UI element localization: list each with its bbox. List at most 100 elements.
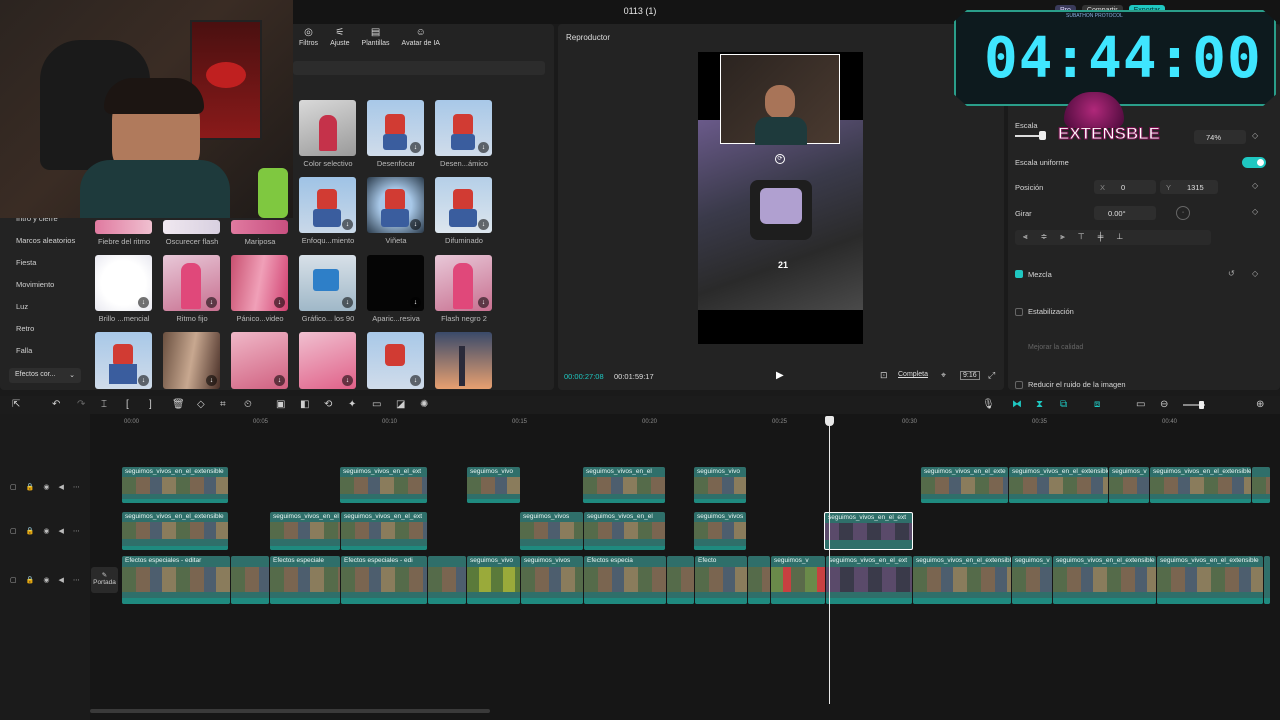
- effect-card[interactable]: ↓ Enfoqu...miento: [299, 177, 363, 245]
- timeline-clip[interactable]: seguimos_vivos_en_el_ext: [341, 512, 427, 550]
- uniform-scale-toggle[interactable]: [1242, 157, 1266, 168]
- crop-icon[interactable]: ⌗: [220, 399, 226, 410]
- freeze-icon[interactable]: ▣: [276, 399, 285, 410]
- timeline-clip[interactable]: seguimos_vivo: [467, 467, 520, 503]
- tab-adjust[interactable]: ⚟ Ajuste: [330, 28, 349, 48]
- volume-icon[interactable]: ◀: [58, 527, 63, 535]
- download-icon[interactable]: ↓: [342, 375, 353, 386]
- category-random-frames[interactable]: Marcos aleatorios: [16, 236, 75, 245]
- preview-axis-icon[interactable]: ⧈: [1094, 399, 1100, 410]
- rotate-icon[interactable]: ⟲: [324, 399, 332, 410]
- more-icon[interactable]: ⋯: [73, 576, 80, 584]
- timeline-clip[interactable]: seguimos_vivos_en_el_extensible: [1150, 467, 1251, 503]
- timeline-clip[interactable]: seguimos_vivo: [694, 467, 746, 503]
- effect-card[interactable]: ↓ Viñeta: [367, 177, 431, 245]
- download-icon[interactable]: ↓: [478, 219, 489, 230]
- download-icon[interactable]: ↓: [206, 375, 217, 386]
- effect-card[interactable]: ↓ Brillo ...mencial: [95, 255, 159, 323]
- main-track-clip[interactable]: seguimos_v: [1012, 556, 1052, 604]
- zoom-in-icon[interactable]: ⊕: [1256, 399, 1264, 410]
- main-track-clip[interactable]: seguimos_vivos: [521, 556, 583, 604]
- category-party[interactable]: Fiesta: [16, 258, 75, 267]
- main-track-clip[interactable]: seguimos_v: [771, 556, 825, 604]
- effect-card[interactable]: ↓ Aparic...resiva: [367, 255, 431, 323]
- position-y-input[interactable]: Y 1315: [1160, 180, 1218, 194]
- effect-card[interactable]: ↓ Flash negro 2: [435, 255, 499, 323]
- more-icon[interactable]: ⋯: [73, 483, 80, 491]
- playhead-handle[interactable]: [825, 416, 834, 426]
- download-icon[interactable]: ↓: [274, 375, 285, 386]
- category-light[interactable]: Luz: [16, 302, 75, 311]
- reduce-noise-label[interactable]: Reducir el ruido de la imagen: [1028, 380, 1126, 389]
- align-top-icon[interactable]: ⊤: [1078, 232, 1085, 243]
- rotate-dial-icon[interactable]: ·: [1176, 206, 1190, 220]
- main-track-clip[interactable]: [428, 556, 466, 604]
- rotate-input[interactable]: 0.00°: [1094, 206, 1156, 220]
- position-x-input[interactable]: X0: [1094, 180, 1156, 194]
- timeline-clip[interactable]: seguimos_vivos_en_el: [270, 512, 340, 550]
- rotate-keyframe-icon[interactable]: ◇: [1252, 207, 1258, 216]
- playhead-line[interactable]: [829, 420, 830, 704]
- download-icon[interactable]: ↓: [410, 297, 421, 308]
- effect-card[interactable]: Oscurecer flash: [163, 220, 227, 246]
- trim-left-icon[interactable]: [: [126, 399, 129, 410]
- main-track-clip[interactable]: Efectos especiales - editar: [122, 556, 230, 604]
- undo-icon[interactable]: ↶: [52, 399, 60, 410]
- eye-icon[interactable]: ◉: [43, 576, 49, 584]
- more-icon[interactable]: ⋯: [73, 527, 80, 535]
- reduce-noise-checkbox[interactable]: [1015, 381, 1023, 389]
- align-bottom-icon[interactable]: ⊥: [1116, 232, 1123, 243]
- timeline-clip[interactable]: seguimos_vivos_en_el_extensible: [122, 512, 228, 550]
- blend-label[interactable]: Mezcla: [1028, 270, 1052, 279]
- volume-icon[interactable]: ◀: [58, 576, 63, 584]
- timeline-clip[interactable]: seguimos_vivos_en_el_extensible: [122, 467, 228, 503]
- download-icon[interactable]: ↓: [478, 297, 489, 308]
- download-icon[interactable]: ↓: [206, 297, 217, 308]
- tab-ai-avatar[interactable]: ☺ Avatar de IA: [402, 28, 440, 48]
- webcam-clip-selected[interactable]: [720, 54, 840, 145]
- select-tool-icon[interactable]: ⇱: [12, 399, 20, 410]
- zoom-out-icon[interactable]: ⊖: [1160, 399, 1168, 410]
- align-left-icon[interactable]: ⫷: [1023, 232, 1028, 243]
- split-icon[interactable]: ⌶: [101, 399, 107, 410]
- main-track-clip[interactable]: seguimos_vivos_en_el_extensible: [1157, 556, 1263, 604]
- ai-effects-icon[interactable]: ✦: [348, 399, 356, 410]
- effect-card[interactable]: ↓ Gráfico... los 90: [299, 255, 363, 323]
- effect-card[interactable]: Mariposa: [231, 220, 295, 246]
- main-track-clip[interactable]: seguimos_vivo: [467, 556, 520, 604]
- effect-card[interactable]: [435, 332, 492, 389]
- cover-button[interactable]: ✎ Portada: [91, 567, 118, 593]
- effects-search-input[interactable]: [293, 61, 545, 75]
- zoom-slider-handle[interactable]: [1199, 401, 1204, 409]
- play-icon[interactable]: ▶: [776, 370, 784, 381]
- remove-bg-icon[interactable]: ◪: [396, 399, 405, 410]
- quality-button[interactable]: Completa: [898, 371, 928, 378]
- effect-card[interactable]: Fiebre del ritmo: [95, 220, 159, 246]
- stabilize-checkbox[interactable]: [1015, 308, 1023, 316]
- track-toggle-icon[interactable]: ▢: [10, 483, 17, 491]
- timeline-clip[interactable]: seguimos_v: [1109, 467, 1149, 503]
- main-track-clip[interactable]: [231, 556, 269, 604]
- timeline-scrollbar[interactable]: [90, 709, 490, 713]
- fullscreen-icon[interactable]: ⤢: [988, 370, 995, 381]
- align-center-v-icon[interactable]: ╪: [1098, 232, 1104, 243]
- timeline-clip[interactable]: seguimos_vivos: [694, 512, 746, 550]
- effect-card[interactable]: ↓ Difuminado: [435, 177, 499, 245]
- blend-keyframe-icon[interactable]: ◇: [1252, 269, 1258, 278]
- effect-card[interactable]: ↓: [95, 332, 152, 389]
- tab-filters[interactable]: ◎ Filtros: [299, 28, 318, 48]
- timeline-clip[interactable]: seguimos_vivos_en_el: [584, 512, 665, 550]
- download-icon[interactable]: ↓: [342, 297, 353, 308]
- caption-toggle-icon[interactable]: ▭: [1136, 399, 1145, 410]
- video-preview[interactable]: 21 ⟳: [698, 52, 863, 344]
- main-track-clip[interactable]: Efectos especia: [584, 556, 666, 604]
- stabilize-label[interactable]: Estabilización: [1028, 307, 1074, 316]
- download-icon[interactable]: ↓: [410, 219, 421, 230]
- track-toggle-icon[interactable]: ▢: [10, 576, 17, 584]
- aspect-icon[interactable]: ⊡: [880, 370, 888, 381]
- delete-icon[interactable]: 🗑: [172, 399, 185, 410]
- mirror-icon[interactable]: ◧: [300, 399, 309, 410]
- position-keyframe-icon[interactable]: ◇: [1252, 181, 1258, 190]
- main-track-clip[interactable]: [748, 556, 770, 604]
- align-right-icon[interactable]: ⫸: [1060, 232, 1065, 243]
